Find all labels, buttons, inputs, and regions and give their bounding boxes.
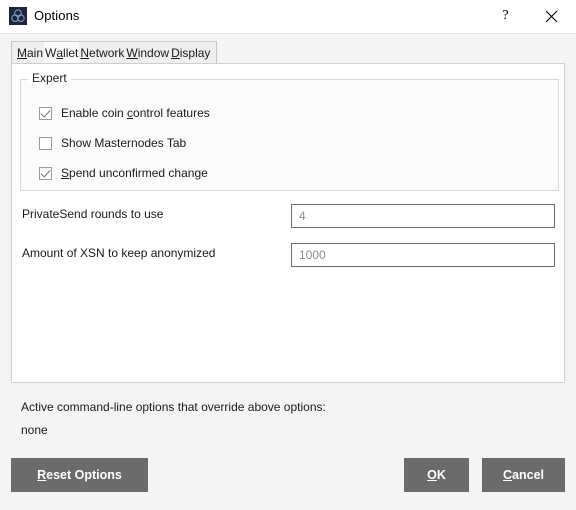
tab-display[interactable]: Display xyxy=(170,42,217,64)
ok-label: K xyxy=(436,468,446,482)
tab-wallet-mnemonic: a xyxy=(56,46,64,60)
reset-mnemonic: R xyxy=(37,468,47,482)
commandline-options-value: none xyxy=(21,423,48,437)
tab-window-label: indow xyxy=(137,46,170,60)
label-part-after: pend unconfirmed chan xyxy=(69,166,195,180)
close-icon xyxy=(545,10,558,22)
tab-network-mnemonic: N xyxy=(80,46,90,60)
label-part-after-2: e xyxy=(201,166,208,180)
cancel-mnemonic: C xyxy=(503,468,513,482)
cancel-label: ancel xyxy=(512,468,544,482)
checkbox-masternodes[interactable] xyxy=(39,136,52,150)
keep-anonymized-label: Amount of XSN to keep anonymized xyxy=(22,246,216,260)
tab-network-label: etwork xyxy=(89,46,125,60)
label-part-before: Enable coin xyxy=(61,106,128,120)
ok-mnemonic: O xyxy=(427,468,437,482)
checkbox-coin-control-label: Enable coin control features xyxy=(61,107,210,119)
checkbox-masternodes-label: Show Masternodes Tab xyxy=(61,136,187,150)
commandline-options-title: Active command-line options that overrid… xyxy=(21,400,326,414)
tab-wallet[interactable]: Wa llet xyxy=(44,42,80,64)
privatesend-rounds-label: PrivateSend rounds to use xyxy=(22,207,164,221)
tab-main-label: ain xyxy=(27,46,44,60)
expert-group-box: Expert Enable coin control features Show… xyxy=(20,72,559,191)
cancel-button[interactable]: Cancel xyxy=(482,458,565,492)
tab-main[interactable]: Main xyxy=(12,42,45,64)
tab-window[interactable]: Window xyxy=(125,42,171,64)
wallet-tab-panel: Expert Enable coin control features Show… xyxy=(11,63,565,383)
checkbox-spend-unconfirmed[interactable] xyxy=(39,166,52,180)
expert-group-title: Expert xyxy=(28,72,71,84)
close-button[interactable] xyxy=(529,0,574,32)
tab-display-mnemonic: D xyxy=(171,46,180,60)
ok-button[interactable]: OK xyxy=(404,458,469,492)
privatesend-rounds-input[interactable] xyxy=(291,204,555,228)
window-title: Options xyxy=(34,8,80,23)
app-logo-icon xyxy=(9,7,27,25)
field-row-keep-anonymized: Amount of XSN to keep anonymized xyxy=(12,243,564,267)
help-button[interactable]: ? xyxy=(483,0,528,32)
tab-wallet-label: llet xyxy=(63,46,79,60)
title-bar: Options ? xyxy=(0,0,576,34)
keep-anonymized-input[interactable] xyxy=(291,243,555,267)
tab-bar: Main Wa llet Network Window Display xyxy=(11,41,218,64)
tab-window-mnemonic: W xyxy=(126,46,138,60)
reset-options-button[interactable]: Reset Options xyxy=(11,458,148,492)
checkbox-coin-control[interactable] xyxy=(39,106,52,120)
checkbox-row-coin-control[interactable]: Enable coin control features xyxy=(39,105,210,121)
checkbox-spend-unconfirmed-label: Spend unconfirmed change xyxy=(61,167,208,179)
field-row-privatesend-rounds: PrivateSend rounds to use xyxy=(12,204,564,228)
reset-label: eset Options xyxy=(46,468,122,482)
checkbox-row-masternodes[interactable]: Show Masternodes Tab xyxy=(39,135,186,151)
tab-main-mnemonic: M xyxy=(17,46,27,60)
label-part-after: ontrol features xyxy=(133,106,210,120)
tab-network[interactable]: Network xyxy=(79,42,126,64)
label-mnemonic: S xyxy=(61,166,70,180)
tab-display-label: isplay xyxy=(179,46,211,60)
checkbox-row-spend-unconfirmed[interactable]: Spend unconfirmed change xyxy=(39,165,208,181)
tab-wallet-prefix: W xyxy=(45,46,57,60)
